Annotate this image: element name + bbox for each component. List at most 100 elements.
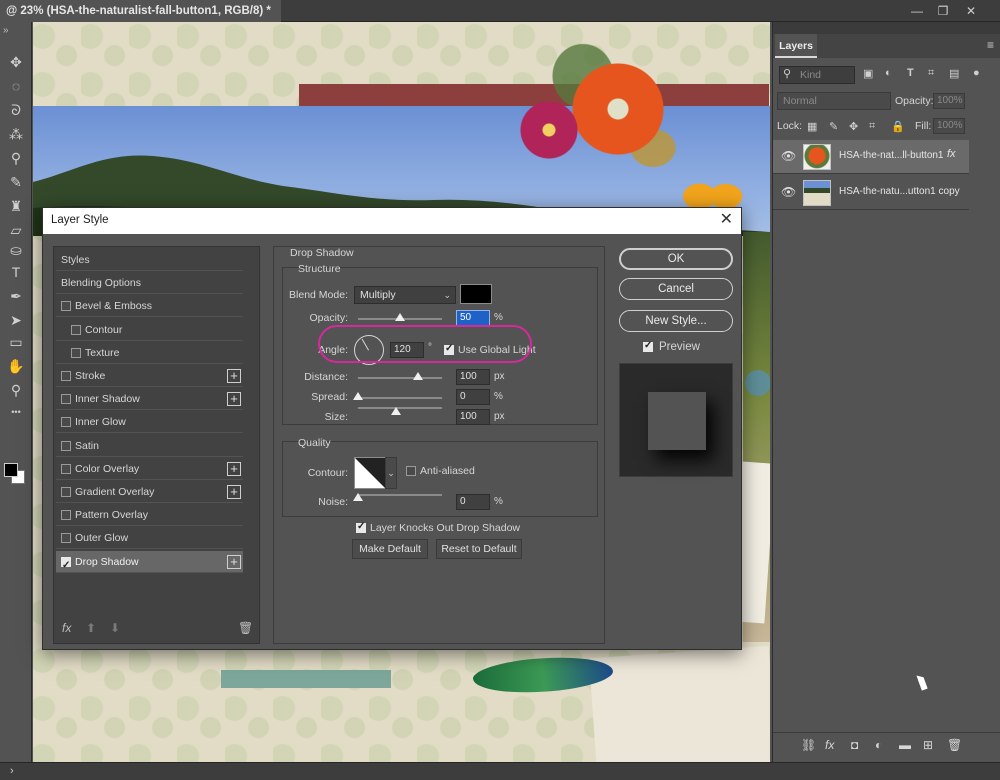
opacity-input[interactable]: 50 (456, 310, 490, 326)
layer-name[interactable]: HSA-the-nat...ll-button1 (839, 150, 944, 161)
paint-bucket-icon[interactable]: ⛀ (6, 240, 26, 260)
move-down-icon[interactable]: ⬇ (110, 621, 120, 635)
spread-input[interactable]: 0 (456, 389, 490, 405)
tab-layers[interactable]: Layers (775, 34, 817, 58)
add-effect-icon[interactable]: + (227, 369, 241, 383)
clone-stamp-icon[interactable]: ♜ (6, 196, 26, 216)
spread-slider-thumb[interactable] (353, 392, 363, 400)
style-checkbox[interactable] (61, 440, 71, 451)
filter-image-icon[interactable]: ▣ (863, 67, 873, 80)
lock-pixels-icon[interactable]: ✎ (829, 120, 838, 133)
style-row-inner-glow[interactable]: Inner Glow (56, 411, 243, 434)
layer-row-button1-copy[interactable]: 👁 HSA-the-natu...utton1 copy (773, 176, 969, 210)
eraser-icon[interactable]: ▱ (6, 220, 26, 240)
style-row-contour[interactable]: Contour (56, 319, 243, 341)
style-row-outer-glow[interactable]: Outer Glow (56, 527, 243, 550)
style-row-pattern-overlay[interactable]: Pattern Overlay (56, 504, 243, 527)
rectangle-tool-icon[interactable]: ▭ (6, 332, 26, 352)
trash-icon[interactable]: 🗑 (238, 621, 253, 635)
add-effect-icon[interactable]: + (227, 461, 241, 476)
new-group-icon[interactable]: ▬ (899, 738, 911, 752)
style-row-inner-shadow[interactable]: Inner Shadow + (56, 388, 243, 411)
foreground-color-swatch[interactable] (4, 463, 18, 477)
style-checkbox[interactable] (61, 510, 71, 521)
styles-scrollbar[interactable] (245, 249, 257, 609)
brush-icon[interactable]: ✎ (6, 172, 26, 192)
add-mask-icon[interactable]: ◘ (851, 738, 858, 752)
lock-artboard-icon[interactable]: ⌗ (869, 120, 875, 133)
restore-icon[interactable]: ❐ (932, 3, 954, 19)
lock-position-icon[interactable]: ✥ (849, 120, 858, 133)
add-effect-icon[interactable]: + (227, 485, 241, 499)
filter-adjustment-icon[interactable]: ◐ (885, 67, 892, 79)
move-tool-icon[interactable]: ✥ (6, 52, 26, 72)
style-row-drop-shadow[interactable]: Drop Shadow + (56, 550, 243, 577)
style-checkbox[interactable] (71, 324, 81, 335)
contour-preview[interactable] (354, 457, 386, 489)
style-checkbox[interactable] (61, 533, 71, 544)
lock-all-icon[interactable]: 🔒 (891, 120, 905, 133)
style-row-gradient-overlay[interactable]: Gradient Overlay + (56, 481, 243, 503)
eye-icon[interactable]: 👁 (781, 185, 796, 199)
path-select-icon[interactable]: ➤ (6, 310, 26, 330)
filter-toggle-icon[interactable]: ● (973, 67, 980, 79)
size-slider-thumb[interactable] (390, 407, 401, 415)
add-style-icon[interactable]: fx (825, 738, 834, 752)
knocks-out-checkbox[interactable] (356, 521, 366, 533)
style-checkbox[interactable] (61, 487, 71, 497)
style-checkbox[interactable] (61, 301, 71, 312)
style-checkbox[interactable] (61, 417, 71, 428)
style-checkbox[interactable] (61, 555, 71, 577)
distance-slider[interactable] (358, 377, 442, 379)
opacity-slider-thumb[interactable] (395, 313, 405, 321)
contour-chevron-icon[interactable]: ⌄ (385, 457, 397, 489)
style-row-texture[interactable]: Texture (56, 342, 243, 364)
close-icon[interactable]: ✕ (720, 211, 733, 229)
noise-slider[interactable] (358, 494, 442, 496)
spread-slider[interactable] (358, 397, 442, 399)
hand-tool-icon[interactable]: ✋ (6, 356, 26, 376)
add-effect-icon[interactable]: + (227, 392, 241, 407)
minimize-icon[interactable]: — (906, 3, 928, 19)
panel-menu-icon[interactable]: ≡ (987, 38, 994, 52)
close-window-icon[interactable]: ✕ (960, 3, 982, 19)
adjustment-layer-icon[interactable]: ◐ (875, 738, 882, 752)
collapse-toolbar-icon[interactable]: » (3, 25, 8, 36)
style-row-blending-options[interactable]: Blending Options (56, 272, 243, 295)
size-input[interactable]: 100 (456, 409, 490, 425)
link-layers-icon[interactable]: ⛓ (801, 738, 816, 752)
distance-slider-thumb[interactable] (413, 372, 424, 380)
reset-default-button[interactable]: Reset to Default (436, 539, 522, 559)
status-toggle-icon[interactable]: › (10, 765, 14, 777)
style-checkbox[interactable] (61, 394, 71, 405)
fx-icon[interactable]: fx (947, 148, 956, 160)
new-style-button[interactable]: New Style... (619, 310, 733, 332)
document-tab[interactable]: @ 23% (HSA-the-naturalist-fall-button1, … (0, 0, 281, 22)
fx-icon[interactable]: fx (62, 621, 71, 635)
noise-slider-thumb[interactable] (353, 493, 363, 501)
layer-opacity-field[interactable]: 100% (933, 93, 965, 109)
elliptical-marquee-icon[interactable]: ◌ (6, 76, 26, 96)
filter-type-icon[interactable]: T (907, 67, 914, 79)
zoom-tool-icon[interactable]: ⚲ (6, 380, 26, 400)
move-up-icon[interactable]: ⬆ (86, 621, 96, 635)
layer-blend-mode-select[interactable]: Normal (777, 92, 891, 110)
style-row-color-overlay[interactable]: Color Overlay + (56, 458, 243, 480)
anti-aliased-checkbox[interactable] (406, 466, 416, 476)
make-default-button[interactable]: Make Default (352, 539, 428, 559)
style-row-bevel-emboss[interactable]: Bevel & Emboss (56, 295, 243, 318)
eyedropper-icon[interactable]: ⚲ (6, 148, 26, 168)
layer-row-button1[interactable]: 👁 HSA-the-nat...ll-button1 fx (773, 140, 969, 174)
distance-input[interactable]: 100 (456, 369, 490, 385)
lasso-icon[interactable]: ᘐ (6, 100, 26, 120)
delete-layer-icon[interactable]: 🗑 (947, 738, 962, 752)
pen-tool-icon[interactable]: ✒ (6, 286, 26, 306)
style-checkbox[interactable] (61, 463, 71, 474)
cancel-button[interactable]: Cancel (619, 278, 733, 300)
style-checkbox[interactable] (71, 347, 81, 358)
style-row-styles[interactable]: Styles (56, 249, 243, 271)
more-tools-icon[interactable]: ••• (6, 402, 26, 422)
style-row-stroke[interactable]: Stroke + (56, 365, 243, 387)
blend-mode-select[interactable]: Multiply ⌄ (354, 286, 456, 304)
filter-shape-icon[interactable]: ⌗ (928, 67, 934, 80)
